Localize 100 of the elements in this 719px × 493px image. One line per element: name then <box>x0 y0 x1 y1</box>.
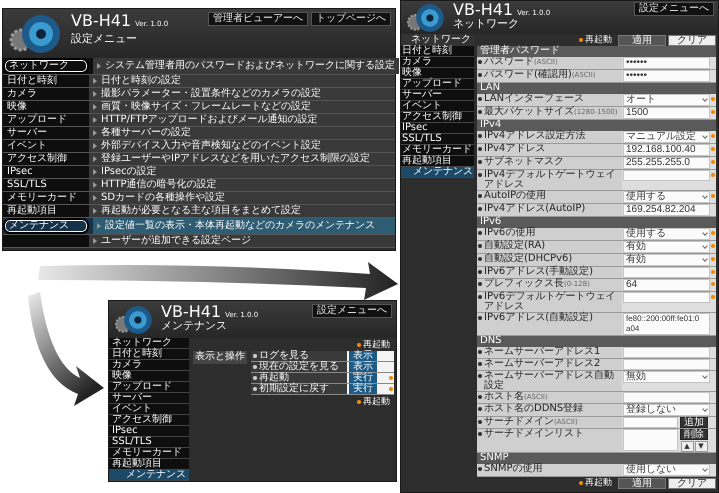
dropdown-chevron-icon <box>702 193 708 199</box>
input-field[interactable]: fe80::200:00ff:fe01:0a04 <box>623 313 710 335</box>
dropdown-chevron-icon <box>702 373 708 379</box>
arrow-icon <box>93 169 97 175</box>
action-button[interactable]: 表示 <box>349 362 377 372</box>
header-link-button[interactable]: 設定メニューへ <box>634 2 714 16</box>
menu-item[interactable] <box>3 235 89 247</box>
input-field[interactable] <box>623 429 678 451</box>
arrow-icon <box>93 91 97 97</box>
sidebar-item[interactable]: カメラ <box>401 57 474 68</box>
input-field[interactable] <box>623 170 710 181</box>
menu-item[interactable]: アクセス制御 <box>3 153 89 165</box>
dropdown-chevron-icon <box>702 243 708 249</box>
input-field[interactable]: 使用する <box>623 191 710 203</box>
input-field[interactable]: 64 <box>623 279 710 291</box>
field-label: LANインターフェース <box>484 94 584 104</box>
row-button[interactable]: 追加 <box>680 417 708 428</box>
form-button[interactable]: クリア <box>668 478 716 488</box>
sidebar-item[interactable]: イベント <box>109 404 189 415</box>
sidebar-item[interactable]: アクセス制御 <box>401 112 474 123</box>
input-field[interactable]: 使用する <box>623 228 710 240</box>
sidebar-item[interactable]: 映像 <box>109 371 189 382</box>
field-label: IPv6の使用 <box>484 228 536 238</box>
sidebar-item[interactable]: アクセス制御 <box>109 415 189 426</box>
input-field[interactable]: 有効 <box>623 254 710 266</box>
input-field[interactable]: •••••• <box>623 57 710 69</box>
sidebar-item[interactable]: アップロード <box>401 79 474 90</box>
field-label: IPv6デフォルトゲートウェイアドレス <box>484 292 616 312</box>
sidebar-item[interactable]: SSL/TLS <box>109 437 189 448</box>
sidebar-item[interactable]: イベント <box>401 101 474 112</box>
sidebar-item[interactable]: カメラ <box>109 360 189 371</box>
header-link-button[interactable]: 管理者ビューアーへ <box>208 12 308 26</box>
section-header: IPv4 <box>477 120 716 131</box>
form-button[interactable]: 適用 <box>618 34 666 46</box>
input-field[interactable]: マニュアル設定 <box>623 131 710 143</box>
menu-description: IPsecの設定 <box>101 167 157 177</box>
menu-item[interactable]: アップロード <box>3 114 89 126</box>
action-button[interactable]: 実行 <box>349 373 377 383</box>
action-label: 初期設定に戻す <box>259 384 329 394</box>
restart-note: 再起動 <box>363 396 390 406</box>
sidebar-item[interactable]: メンテナンス <box>109 470 189 481</box>
sidebar-item[interactable]: 映像 <box>401 68 474 79</box>
sidebar-item[interactable]: 日付と時刻 <box>401 46 474 57</box>
field-label: AutoIPの使用 <box>484 191 546 201</box>
action-button[interactable]: 実行 <box>349 384 377 394</box>
input-field[interactable]: オート <box>623 94 710 106</box>
header-link-button[interactable]: 設定メニューへ <box>312 304 392 318</box>
field-label: ネームサーバーアドレス1 <box>484 347 600 357</box>
sidebar-item[interactable]: 再起動項目 <box>401 156 474 167</box>
sidebar-item[interactable]: メモリーカード <box>109 448 189 459</box>
form-button[interactable]: クリア <box>668 34 716 46</box>
menu-item[interactable]: サーバー <box>3 127 89 139</box>
arrow-icon <box>97 63 101 69</box>
sidebar-item[interactable]: サーバー <box>109 393 189 404</box>
input-field[interactable]: 無効 <box>623 371 710 383</box>
section-header: SNMP <box>477 453 716 464</box>
input-field[interactable]: 192.168.100.40 <box>623 144 710 156</box>
menu-item[interactable]: イベント <box>3 140 89 152</box>
form-button[interactable]: 適用 <box>618 478 666 488</box>
input-field[interactable] <box>623 347 710 358</box>
input-field[interactable]: 登録しない <box>623 404 710 416</box>
sidebar-item[interactable]: IPsec <box>401 123 474 134</box>
sidebar-item[interactable]: ネットワーク <box>109 338 189 349</box>
input-field[interactable] <box>623 392 710 403</box>
sidebar-item[interactable]: サーバー <box>401 90 474 101</box>
header-link-button[interactable]: トップページへ <box>311 12 391 26</box>
dropdown-chevron-icon <box>702 133 708 139</box>
input-field[interactable]: 255.255.255.0 <box>623 157 710 169</box>
input-field[interactable]: 1500 <box>623 107 710 119</box>
bullet-icon <box>478 173 482 177</box>
input-field[interactable]: 使用しない <box>623 464 710 476</box>
sidebar-item[interactable]: SSL/TLS <box>401 134 474 145</box>
menu-description: HTTP/FTPアップロードおよびメール通知の設定 <box>101 115 318 125</box>
bullet-icon <box>253 376 257 380</box>
sidebar-item[interactable]: メモリーカード <box>401 145 474 156</box>
menu-item[interactable]: 再起動項目 <box>3 205 89 217</box>
bullet-icon <box>478 147 482 151</box>
menu-item[interactable]: 映像 <box>3 101 89 113</box>
input-field[interactable] <box>623 417 678 428</box>
menu-item[interactable]: カメラ <box>3 88 89 100</box>
sidebar-item[interactable]: IPsec <box>109 426 189 437</box>
action-button[interactable]: 表示 <box>349 351 377 361</box>
input-field[interactable] <box>623 292 710 303</box>
input-field[interactable] <box>623 359 710 370</box>
menu-item[interactable]: SSL/TLS <box>3 179 89 191</box>
bullet-icon <box>478 282 482 286</box>
menu-item[interactable]: IPsec <box>3 166 89 178</box>
menu-item[interactable]: メモリーカード <box>3 192 89 204</box>
sidebar-item[interactable]: 日付と時刻 <box>109 349 189 360</box>
sidebar-item[interactable]: メンテナンス <box>401 167 474 178</box>
input-field[interactable]: 169.254.82.204 <box>623 204 710 216</box>
sidebar-item[interactable]: 再起動項目 <box>109 459 189 470</box>
input-field[interactable]: 有効 <box>623 241 710 253</box>
row-button[interactable]: 削除 <box>680 429 708 440</box>
input-field[interactable] <box>623 267 710 278</box>
sidebar-item[interactable]: アップロード <box>109 382 189 393</box>
product-title: VB-H41 <box>71 12 132 30</box>
menu-item[interactable]: 日付と時刻 <box>3 75 89 87</box>
input-field[interactable]: •••••• <box>623 70 710 82</box>
field-label: ホスト名のDDNS登録 <box>484 404 584 414</box>
